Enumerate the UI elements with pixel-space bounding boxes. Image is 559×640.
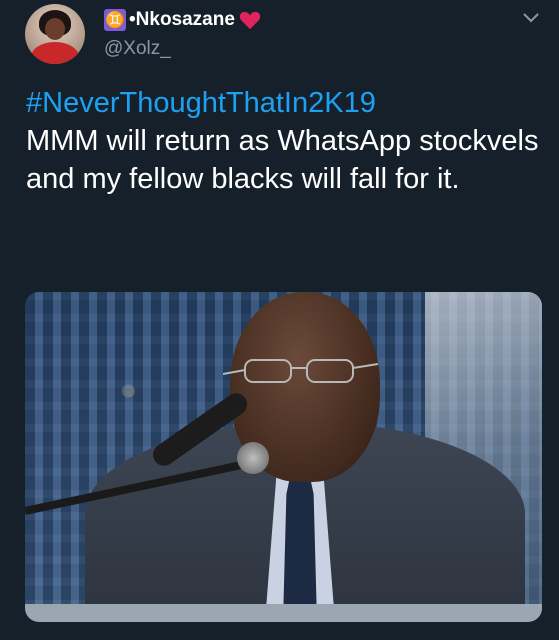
tweet-media-image[interactable] (25, 292, 542, 622)
chevron-down-icon[interactable] (522, 12, 540, 24)
display-name-row[interactable]: ♊ •Nkosazane (104, 6, 261, 34)
avatar-face (45, 18, 65, 40)
avatar[interactable] (25, 4, 85, 64)
user-handle[interactable]: @Xolz_ (104, 38, 171, 60)
tweet-card[interactable]: ♊ •Nkosazane @Xolz_ #NeverThoughtThatIn2… (0, 0, 559, 640)
avatar-shirt (31, 42, 79, 64)
media-tie (283, 462, 317, 622)
media-mic-head (237, 442, 269, 474)
media-lectern (25, 604, 542, 622)
tweet-body: MMM will return as WhatsApp stockvels an… (26, 125, 539, 195)
tweet-text: #NeverThoughtThatIn2K19 MMM will return … (26, 84, 546, 198)
gemini-icon: ♊ (104, 9, 126, 31)
glasses-icon (223, 359, 379, 383)
display-name[interactable]: •Nkosazane (129, 9, 235, 31)
hashtag-link[interactable]: #NeverThoughtThatIn2K19 (26, 84, 546, 122)
heart-icon (239, 11, 261, 30)
